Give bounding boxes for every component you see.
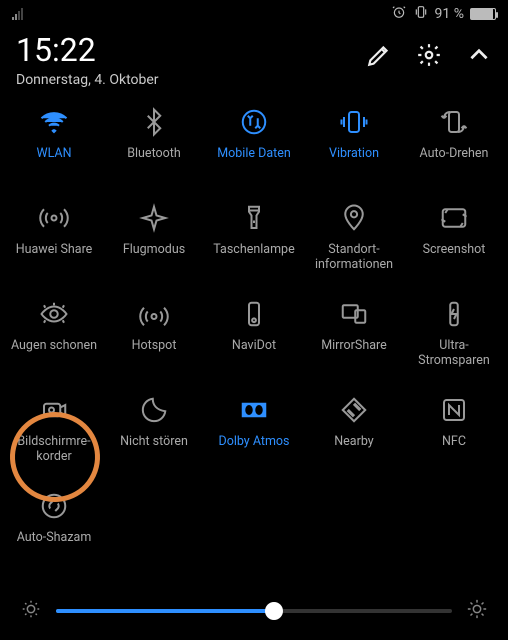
- tile-label: NaviDot: [232, 338, 276, 353]
- tile-auto-rotate[interactable]: Auto-Drehen: [404, 102, 504, 192]
- mobile-data-icon: [239, 107, 269, 141]
- tile-label: Taschenlampe: [213, 242, 294, 257]
- tile-dnd[interactable]: Nicht stören: [104, 390, 204, 480]
- status-bar: 91 %: [0, 0, 508, 24]
- auto-rotate-icon: [439, 107, 469, 141]
- navidot-icon: [239, 299, 269, 333]
- screen-rec-icon: [39, 395, 69, 429]
- panel-header: 15:22 Donnerstag, 4. Oktober: [0, 24, 508, 102]
- flashlight-icon: [239, 203, 269, 237]
- ultra-power-icon: [439, 299, 469, 333]
- tile-airplane[interactable]: Flugmodus: [104, 198, 204, 288]
- huawei-share-icon: [39, 203, 69, 237]
- nearby-icon: [339, 395, 369, 429]
- location-icon: [339, 203, 369, 237]
- tile-label: Screenshot: [423, 242, 486, 257]
- tile-hotspot[interactable]: Hotspot: [104, 294, 204, 384]
- brightness-high-icon: [466, 598, 488, 624]
- tile-label: NFC: [442, 434, 466, 449]
- eye-comfort-icon: [39, 299, 69, 333]
- tile-label: Augen schonen: [11, 338, 97, 353]
- tile-huawei-share[interactable]: Huawei Share: [4, 198, 104, 288]
- tile-label: Vibration: [329, 146, 379, 161]
- tile-screenshot[interactable]: Screenshot: [404, 198, 504, 288]
- tile-label: Huawei Share: [16, 242, 93, 257]
- tile-label: Flugmodus: [123, 242, 185, 257]
- tile-label: Standort­informationen: [308, 242, 400, 272]
- alarm-icon: [391, 4, 407, 24]
- tile-location[interactable]: Standort­informationen: [304, 198, 404, 288]
- hotspot-icon: [139, 299, 169, 333]
- tile-label: Auto-Drehen: [420, 146, 489, 161]
- tile-label: Auto-Shazam: [17, 530, 92, 545]
- settings-button[interactable]: [416, 42, 442, 72]
- airplane-icon: [139, 203, 169, 237]
- edit-button[interactable]: [366, 42, 392, 72]
- tile-screen-rec[interactable]: Bildschirmre­korder: [4, 390, 104, 480]
- dolby-icon: [239, 395, 269, 429]
- tile-wlan[interactable]: WLAN: [4, 102, 104, 192]
- tile-label: Ultra-Stromsparen: [408, 338, 500, 368]
- signal-icon: [12, 8, 23, 20]
- auto-shazam-icon: [39, 491, 69, 525]
- bluetooth-icon: [139, 107, 169, 141]
- nfc-icon: [439, 395, 469, 429]
- collapse-button[interactable]: [466, 42, 492, 72]
- tile-label: Bildschirmre­korder: [8, 434, 100, 464]
- tile-label: Hotspot: [132, 338, 177, 353]
- tile-label: MirrorShare: [321, 338, 387, 353]
- tile-label: Nearby: [334, 434, 373, 449]
- tile-label: Mobile Daten: [217, 146, 291, 161]
- tile-vibration[interactable]: Vibration: [304, 102, 404, 192]
- tile-mirrorshare[interactable]: MirrorShare: [304, 294, 404, 384]
- tile-mobile-data[interactable]: Mobile Daten: [204, 102, 304, 192]
- tile-bluetooth[interactable]: Bluetooth: [104, 102, 204, 192]
- tile-nfc[interactable]: NFC: [404, 390, 504, 480]
- dnd-icon: [139, 395, 169, 429]
- brightness-low-icon: [20, 598, 42, 624]
- battery-pct: 91 %: [435, 6, 464, 22]
- wlan-icon: [39, 107, 69, 141]
- battery-icon: [470, 8, 496, 20]
- screenshot-icon: [439, 203, 469, 237]
- brightness-control: [0, 598, 508, 624]
- vibrate-icon: [413, 4, 429, 24]
- tile-label: WLAN: [36, 146, 71, 161]
- clock-date: Donnerstag, 4. Oktober: [16, 72, 159, 88]
- tile-navidot[interactable]: NaviDot: [204, 294, 304, 384]
- clock-time: 15:22: [16, 34, 159, 66]
- mirrorshare-icon: [339, 299, 369, 333]
- brightness-slider[interactable]: [56, 609, 452, 613]
- vibration-icon: [339, 107, 369, 141]
- tile-label: Nicht stören: [120, 434, 188, 449]
- tile-dolby[interactable]: Dolby Atmos: [204, 390, 304, 480]
- tile-label: Bluetooth: [127, 146, 181, 161]
- tile-ultra-power[interactable]: Ultra-Stromsparen: [404, 294, 504, 384]
- tile-auto-shazam[interactable]: Auto-Shazam: [4, 486, 104, 576]
- tile-flashlight[interactable]: Taschenlampe: [204, 198, 304, 288]
- tile-eye-comfort[interactable]: Augen schonen: [4, 294, 104, 384]
- tile-label: Dolby Atmos: [218, 434, 289, 449]
- tile-nearby[interactable]: Nearby: [304, 390, 404, 480]
